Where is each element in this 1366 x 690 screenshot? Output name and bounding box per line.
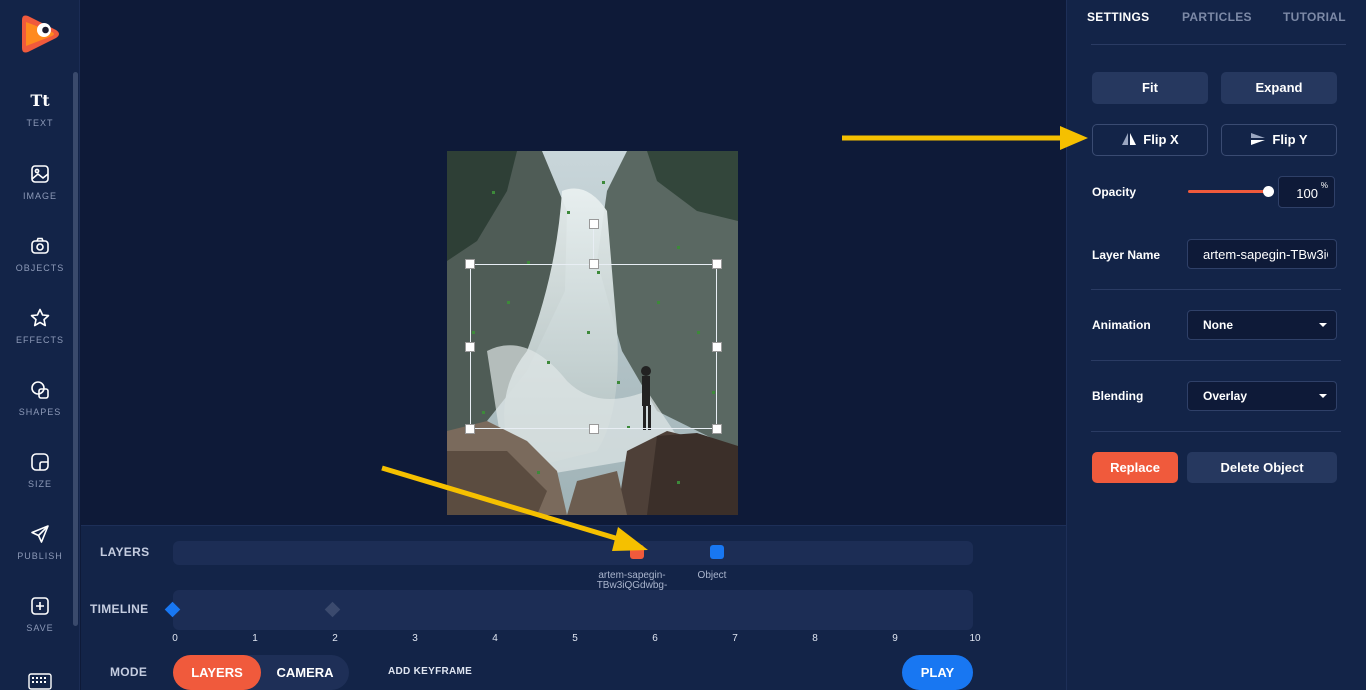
timeline-tick-label: 2	[332, 633, 338, 644]
layer-marker[interactable]	[630, 545, 644, 559]
resize-handle-top[interactable]	[589, 259, 599, 269]
sidebar-item-label: SIZE	[27, 479, 52, 489]
expand-button[interactable]: Expand	[1221, 72, 1337, 104]
blending-select[interactable]: Overlay	[1187, 381, 1337, 411]
divider	[1091, 431, 1341, 432]
add-keyframe-button[interactable]: ADD KEYFRAME	[388, 666, 472, 677]
timeline-tick-label: 3	[412, 633, 418, 644]
opacity-unit: %	[1320, 181, 1328, 190]
sidebar-item-label: OBJECTS	[15, 263, 65, 273]
flip-y-button[interactable]: Flip Y	[1221, 124, 1337, 156]
opacity-value-box[interactable]: 100 %	[1278, 176, 1335, 208]
tab-tutorial[interactable]: TUTORIAL	[1283, 10, 1346, 24]
sidebar-item-label: SHAPES	[18, 407, 62, 417]
rotation-guide-line	[593, 224, 594, 264]
layer-marker-label-line: Object	[697, 570, 727, 581]
tab-particles[interactable]: PARTICLES	[1182, 10, 1252, 24]
timeline-tick-label: 9	[892, 633, 898, 644]
timeline-tick-label: 4	[492, 633, 498, 644]
timeline-tick-label: 0	[172, 633, 178, 644]
tab-divider	[1091, 44, 1346, 45]
text-icon: Tt	[30, 91, 50, 110]
play-button[interactable]: PLAY	[902, 655, 973, 690]
selection-box[interactable]	[470, 264, 717, 429]
resize-handle-left[interactable]	[465, 342, 475, 352]
timeline-tick-label: 6	[652, 633, 658, 644]
resize-handle-top-left[interactable]	[465, 259, 475, 269]
opacity-slider-thumb[interactable]	[1263, 186, 1274, 197]
sidebar-item-label: TEXT	[26, 118, 54, 128]
timeline-row-label: TIMELINE	[90, 602, 149, 616]
timeline-tick-label: 1	[252, 633, 258, 644]
sidebar-item-effects[interactable]: EFFECTS	[0, 307, 80, 365]
delete-object-button[interactable]: Delete Object	[1187, 452, 1337, 483]
replace-button[interactable]: Replace	[1092, 452, 1178, 483]
chevron-down-icon	[1319, 323, 1327, 327]
layer-marker-label: Object	[667, 571, 757, 581]
sidebar-item-size[interactable]: SIZE	[0, 451, 80, 509]
sidebar-item-shapes[interactable]: SHAPES	[0, 379, 80, 437]
resize-handle-bottom-left[interactable]	[465, 424, 475, 434]
size-icon	[31, 453, 49, 471]
timeline-track[interactable]	[173, 590, 973, 630]
timeline-tick-label: 10	[969, 633, 981, 644]
animation-label: Animation	[1092, 318, 1151, 332]
resize-handle-bottom-right[interactable]	[712, 424, 722, 434]
layer-name-input[interactable]	[1187, 239, 1337, 269]
sidebar-item-save[interactable]: SAVE	[0, 595, 80, 653]
sidebar-item-label: EFFECTS	[15, 335, 64, 345]
blending-label: Blending	[1092, 389, 1144, 403]
opacity-value: 100	[1296, 186, 1318, 201]
sidebar-item-label: SAVE	[26, 623, 54, 633]
layer-marker[interactable]	[710, 545, 724, 559]
timeline-tick-label: 5	[572, 633, 578, 644]
fit-button[interactable]: Fit	[1092, 72, 1208, 104]
rotate-handle[interactable]	[589, 219, 599, 229]
flip-x-label: Flip X	[1143, 132, 1179, 147]
timeline-tick-label: 8	[812, 633, 818, 644]
flip-y-label: Flip Y	[1272, 132, 1308, 147]
mode-label: MODE	[110, 665, 148, 679]
animation-select[interactable]: None	[1187, 310, 1337, 340]
mode-layers-button[interactable]: LAYERS	[173, 655, 261, 690]
flip-x-icon	[1122, 133, 1137, 145]
send-icon	[31, 525, 49, 543]
sidebar-item-objects[interactable]: OBJECTS	[0, 235, 80, 293]
chevron-down-icon	[1319, 394, 1327, 398]
image-icon	[31, 165, 49, 183]
sidebar-item-label: PUBLISH	[17, 551, 63, 561]
sidebar-item-label: IMAGE	[22, 191, 57, 201]
timeline-tick-label: 7	[732, 633, 738, 644]
shapes-icon	[31, 381, 49, 399]
flip-x-button[interactable]: Flip X	[1092, 124, 1208, 156]
mode-camera-button[interactable]: CAMERA	[261, 655, 349, 690]
sidebar-item-publish[interactable]: PUBLISH	[0, 523, 80, 581]
animation-value: None	[1203, 318, 1233, 332]
sidebar-item-text[interactable]: Tt TEXT	[0, 90, 80, 148]
layers-track[interactable]	[173, 541, 973, 565]
sidebar-item-image[interactable]: IMAGE	[0, 163, 80, 221]
app-logo[interactable]	[18, 12, 62, 56]
left-sidebar: Tt TEXT IMAGE OBJECTS EFFECTS SHAPES SIZ…	[0, 0, 80, 690]
mode-toggle: LAYERS CAMERA	[173, 655, 349, 690]
save-icon	[31, 597, 49, 615]
tab-settings[interactable]: SETTINGS	[1087, 10, 1149, 24]
resize-handle-right[interactable]	[712, 342, 722, 352]
resize-handle-top-right[interactable]	[712, 259, 722, 269]
flip-y-icon	[1251, 133, 1266, 145]
opacity-slider[interactable]	[1188, 190, 1268, 193]
blending-value: Overlay	[1203, 389, 1248, 403]
resize-handle-bottom[interactable]	[589, 424, 599, 434]
camera-icon	[31, 237, 49, 254]
layer-name-label: Layer Name	[1092, 248, 1161, 262]
layers-row-label: LAYERS	[100, 545, 150, 559]
star-icon	[30, 308, 50, 327]
divider	[1091, 289, 1341, 290]
opacity-label: Opacity	[1092, 185, 1137, 199]
layer-marker-label: artem-sapegin- TBw3iQGdwbg-	[587, 571, 677, 591]
keyboard-icon[interactable]	[28, 673, 52, 690]
divider	[1091, 360, 1341, 361]
